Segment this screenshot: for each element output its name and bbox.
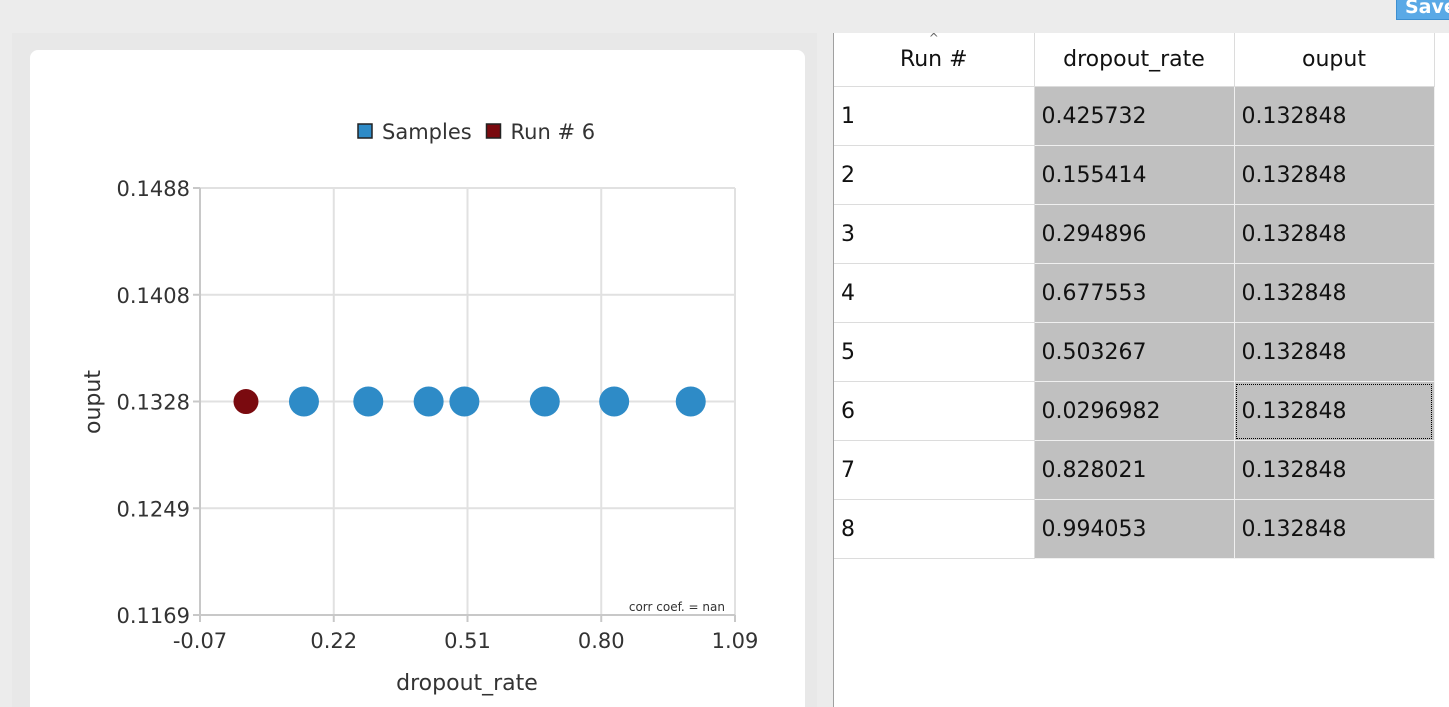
y-tick-label: 0.1408 [117,284,190,308]
sample-point[interactable] [353,386,384,417]
legend-swatch [357,123,373,139]
dropout-rate-cell[interactable]: 0.294896 [1034,204,1235,264]
x-tick-label: 0.51 [444,629,491,653]
table-row[interactable]: 1 0.425732 0.132848 [834,86,1435,146]
x-tick-label: 0.22 [310,629,357,653]
ouput-cell[interactable]: 0.132848 [1234,86,1435,146]
table-row[interactable]: 3 0.294896 0.132848 [834,204,1435,264]
app-window: Save -0.07 0.22 0.51 0.80 1.09 0.1488 0.1408 0.… [0,0,1449,707]
table-row[interactable]: 6 0.0296982 0.132848 [834,381,1435,441]
column-header-ouput[interactable]: ouput [1234,33,1435,87]
ouput-cell[interactable]: 0.132848 [1234,204,1435,264]
x-tick-label: 1.09 [712,629,759,653]
column-header-label: dropout_rate [1063,47,1205,72]
dropout-rate-cell[interactable]: 0.503267 [1034,322,1235,382]
run-number-cell[interactable]: 2 [834,145,1035,205]
dropout-rate-cell[interactable]: 0.155414 [1034,145,1235,205]
ouput-cell[interactable]: 0.132848 [1234,440,1435,500]
sample-point[interactable] [675,386,706,417]
sample-point[interactable] [599,386,630,417]
legend-label: Run # 6 [511,120,596,144]
table-row[interactable]: 2 0.155414 0.132848 [834,145,1435,205]
x-tick-label: 0.80 [578,629,625,653]
chart-card: -0.07 0.22 0.51 0.80 1.09 0.1488 0.1408 0.1328 0… [30,50,805,707]
table-header-row: ^ Run # dropout_rate ouput [834,31,1435,87]
legend-label: Samples [382,120,472,144]
run-number-cell[interactable]: 1 [834,86,1035,146]
table-row[interactable]: 4 0.677553 0.132848 [834,263,1435,323]
save-button[interactable]: Save [1396,0,1449,20]
y-tick-label: 0.1328 [117,391,190,415]
run-number-cell[interactable]: 3 [834,204,1035,264]
table-row[interactable]: 8 0.994053 0.132848 [834,499,1435,559]
dropout-rate-cell[interactable]: 0.677553 [1034,263,1235,323]
y-axis-title: ouput [81,370,106,434]
ouput-cell[interactable]: 0.132848 [1234,145,1435,205]
column-header-label: Run # [899,47,968,72]
run-number-cell[interactable]: 4 [834,263,1035,323]
axes: -0.07 0.22 0.51 0.80 1.09 0.1488 0.1408 0.1328 0… [117,177,759,653]
scatter-chart: -0.07 0.22 0.51 0.80 1.09 0.1488 0.1408 0.1328 0… [81,120,759,696]
sample-point[interactable] [529,386,560,417]
y-tick-label: 0.1169 [117,604,190,628]
sample-point[interactable] [288,386,319,417]
ouput-cell[interactable]: 0.132848 [1234,499,1435,559]
legend-item[interactable]: Samples [357,120,472,144]
ouput-cell[interactable]: 0.132848 [1234,322,1435,382]
ouput-cell[interactable]: 0.132848 [1234,381,1435,441]
run-number-cell[interactable]: 5 [834,322,1035,382]
run-number-cell[interactable]: 6 [834,381,1035,441]
sample-point[interactable] [413,386,444,417]
selected-run-point[interactable] [233,389,259,415]
column-header-label: ouput [1302,47,1366,72]
y-tick-label: 0.1249 [117,497,190,521]
run-number-cell[interactable]: 8 [834,499,1035,559]
legend-item[interactable]: Run # 6 [485,120,596,144]
dropout-rate-cell[interactable]: 0.994053 [1034,499,1235,559]
data-table-pane: ^ Run # dropout_rate ouput 1 0.425732 0.13… [834,31,1449,707]
corr-coef-annotation: corr coef. = nan [629,600,725,614]
legend: Samples Run # 6 [357,120,596,144]
x-tick-label: -0.07 [173,629,227,653]
legend-swatch [485,123,502,139]
sample-point[interactable] [449,386,480,417]
dropout-rate-cell[interactable]: 0.425732 [1034,86,1235,146]
run-number-cell[interactable]: 7 [834,440,1035,500]
data-table: ^ Run # dropout_rate ouput 1 0.425732 0.13… [834,31,1435,559]
column-header-dropout-rate[interactable]: dropout_rate [1034,33,1235,87]
dropout-rate-cell[interactable]: 0.0296982 [1034,381,1235,441]
table-row[interactable]: 5 0.503267 0.132848 [834,322,1435,382]
x-axis-title: dropout_rate [396,671,538,696]
column-header-run[interactable]: ^ Run # [834,31,1035,87]
dropout-rate-cell[interactable]: 0.828021 [1034,440,1235,500]
y-tick-label: 0.1488 [117,177,190,201]
sort-ascending-icon: ^ [928,31,939,45]
ouput-cell[interactable]: 0.132848 [1234,263,1435,323]
table-row[interactable]: 7 0.828021 0.132848 [834,440,1435,500]
